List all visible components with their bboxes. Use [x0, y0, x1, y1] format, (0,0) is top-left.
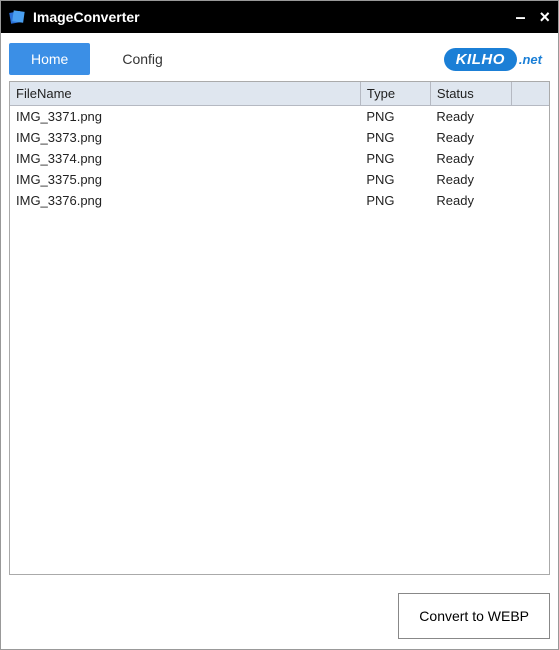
- cell-status: Ready: [430, 148, 511, 169]
- footer: Convert to WEBP: [1, 583, 558, 649]
- col-header-extra[interactable]: [511, 82, 549, 106]
- cell-type: PNG: [360, 169, 430, 190]
- cell-status: Ready: [430, 169, 511, 190]
- cell-filename: IMG_3374.png: [10, 148, 360, 169]
- cell-type: PNG: [360, 106, 430, 128]
- cell-extra: [511, 148, 549, 169]
- cell-filename: IMG_3375.png: [10, 169, 360, 190]
- file-table: FileName Type Status IMG_3371.pngPNGRead…: [10, 82, 549, 211]
- tab-home[interactable]: Home: [9, 43, 90, 75]
- cell-type: PNG: [360, 190, 430, 211]
- table-row[interactable]: IMG_3374.pngPNGReady: [10, 148, 549, 169]
- cell-extra: [511, 127, 549, 148]
- window-controls: – ×: [515, 8, 550, 26]
- tab-config[interactable]: Config: [100, 43, 184, 75]
- cell-filename: IMG_3373.png: [10, 127, 360, 148]
- brand-logo: KILHO .net: [444, 46, 542, 72]
- col-header-type[interactable]: Type: [360, 82, 430, 106]
- convert-button[interactable]: Convert to WEBP: [398, 593, 550, 639]
- minimize-button[interactable]: –: [515, 8, 525, 26]
- cell-status: Ready: [430, 127, 511, 148]
- titlebar: ImageConverter – ×: [1, 1, 558, 33]
- cell-type: PNG: [360, 127, 430, 148]
- file-table-container: FileName Type Status IMG_3371.pngPNGRead…: [9, 81, 550, 575]
- cell-status: Ready: [430, 106, 511, 128]
- cell-status: Ready: [430, 190, 511, 211]
- table-row[interactable]: IMG_3376.pngPNGReady: [10, 190, 549, 211]
- brand-logo-suffix: .net: [511, 52, 542, 67]
- app-title: ImageConverter: [33, 9, 515, 25]
- brand-logo-text: KILHO: [444, 48, 517, 71]
- table-row[interactable]: IMG_3373.pngPNGReady: [10, 127, 549, 148]
- tabs: Home Config: [9, 43, 185, 75]
- cell-filename: IMG_3376.png: [10, 190, 360, 211]
- close-button[interactable]: ×: [539, 8, 550, 26]
- cell-extra: [511, 106, 549, 128]
- col-header-status[interactable]: Status: [430, 82, 511, 106]
- table-row[interactable]: IMG_3371.pngPNGReady: [10, 106, 549, 128]
- cell-extra: [511, 169, 549, 190]
- cell-filename: IMG_3371.png: [10, 106, 360, 128]
- table-row[interactable]: IMG_3375.pngPNGReady: [10, 169, 549, 190]
- app-icon: [9, 9, 25, 25]
- col-header-filename[interactable]: FileName: [10, 82, 360, 106]
- app-window: ImageConverter – × Home Config KILHO .ne…: [0, 0, 559, 650]
- content-area: FileName Type Status IMG_3371.pngPNGRead…: [1, 81, 558, 583]
- cell-type: PNG: [360, 148, 430, 169]
- toolbar: Home Config KILHO .net: [1, 33, 558, 81]
- cell-extra: [511, 190, 549, 211]
